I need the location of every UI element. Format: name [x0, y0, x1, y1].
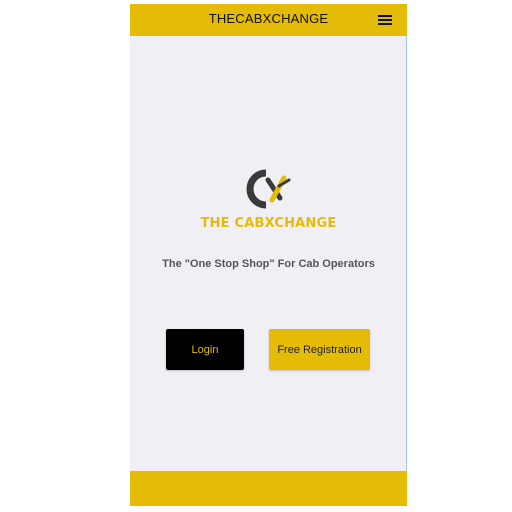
free-registration-button[interactable]: Free Registration: [269, 329, 370, 370]
hamburger-menu-icon[interactable]: [378, 13, 394, 27]
cabxchange-logo-icon: [246, 169, 291, 209]
app-title: THECABXCHANGE: [208, 11, 329, 26]
bottom-bar: [130, 471, 407, 506]
app-screen: THECABXCHANGE THE CABXCHANGE The "One St…: [130, 4, 407, 506]
brand-name: THE CABXCHANGE: [200, 216, 337, 231]
login-button[interactable]: Login: [166, 329, 244, 370]
tagline: The "One Stop Shop" For Cab Operators: [162, 258, 375, 270]
top-bar: THECABXCHANGE: [130, 4, 407, 36]
